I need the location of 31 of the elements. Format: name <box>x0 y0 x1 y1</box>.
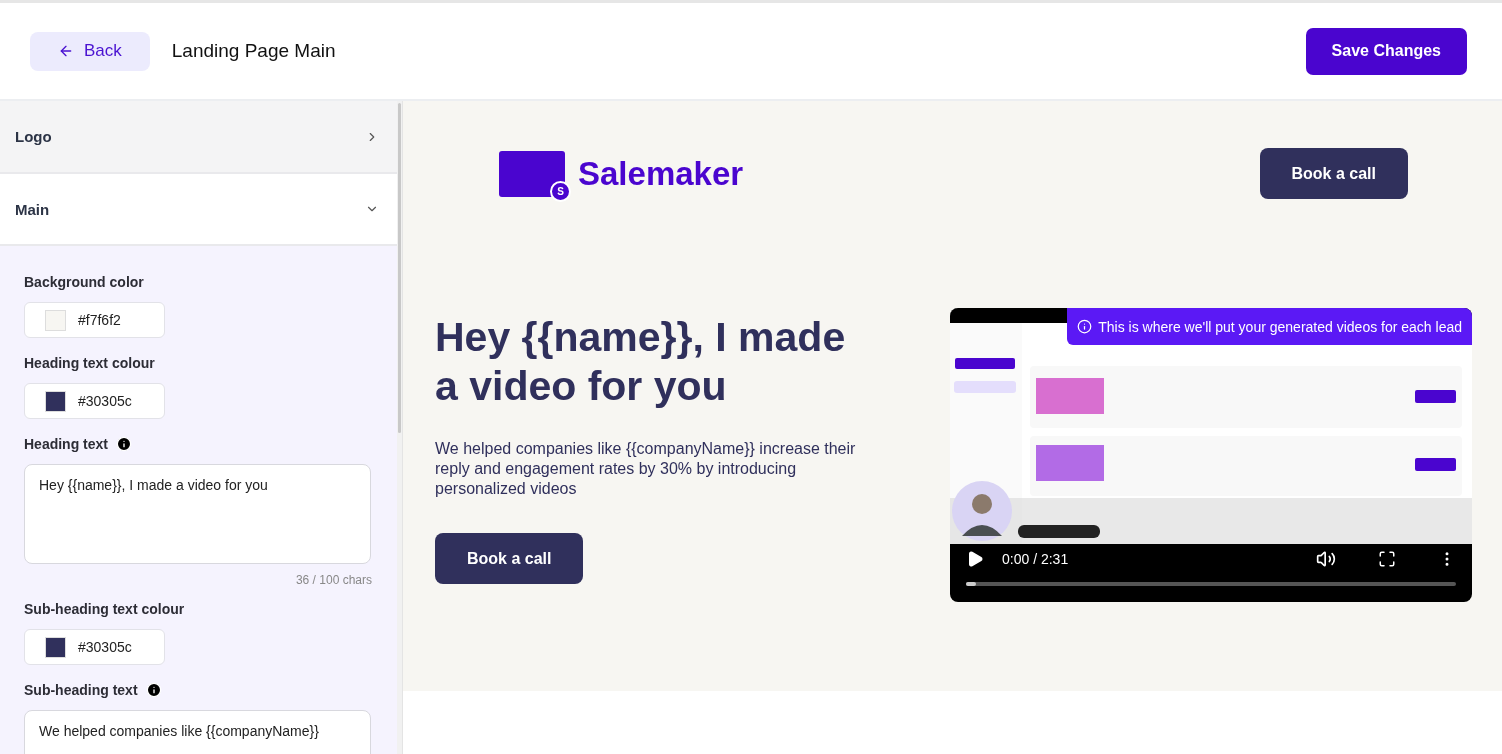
logo-badge: S <box>550 180 571 202</box>
color-field[interactable]: #30305c <box>24 629 165 665</box>
fullscreen-icon[interactable] <box>1378 550 1396 568</box>
book-call-button[interactable]: Book a call <box>1259 148 1408 199</box>
color-value: #30305c <box>78 393 132 409</box>
save-button[interactable]: Save Changes <box>1305 27 1467 75</box>
field-label: Sub-heading text colour <box>24 601 185 617</box>
color-field[interactable]: #f7f6f2 <box>24 302 165 338</box>
hero-heading: Hey {{name}}, I made a video for you <box>435 313 847 411</box>
page-title: Landing Page Main <box>171 40 337 62</box>
color-value: #30305c <box>78 639 132 655</box>
color-field[interactable]: #30305c <box>24 383 165 419</box>
char-counter: 36 / 100 chars <box>295 573 372 587</box>
hero-subheading: We helped companies like {{companyName}} increase their reply and engagement rates by 30% by introducing personalized videos <box>435 439 857 499</box>
field-label: Heading text <box>24 436 108 452</box>
tooltip-text: This is where we'll put your generated videos for each lead <box>1098 318 1462 335</box>
text-area[interactable]: We helped companies like {{companyName}} <box>24 710 371 754</box>
color-value: #f7f6f2 <box>78 312 121 328</box>
progress-track[interactable] <box>966 582 1456 586</box>
logo-wordmark: Salemaker <box>578 154 744 193</box>
book-call-button[interactable]: Book a call <box>435 533 584 584</box>
field-label: Sub-heading text <box>24 682 138 698</box>
back-button[interactable]: Back <box>30 31 150 71</box>
text-area[interactable]: Hey {{name}}, I made a video for you <box>24 464 371 564</box>
field-label: Background color <box>24 274 144 290</box>
volume-icon[interactable] <box>1316 549 1336 569</box>
accordion-header[interactable]: Logo <box>0 101 397 174</box>
play-icon[interactable] <box>966 550 984 568</box>
info-icon <box>1077 319 1093 334</box>
field-label: Heading text colour <box>24 355 155 371</box>
video-time: 0:00 / 2:31 <box>1002 551 1070 567</box>
